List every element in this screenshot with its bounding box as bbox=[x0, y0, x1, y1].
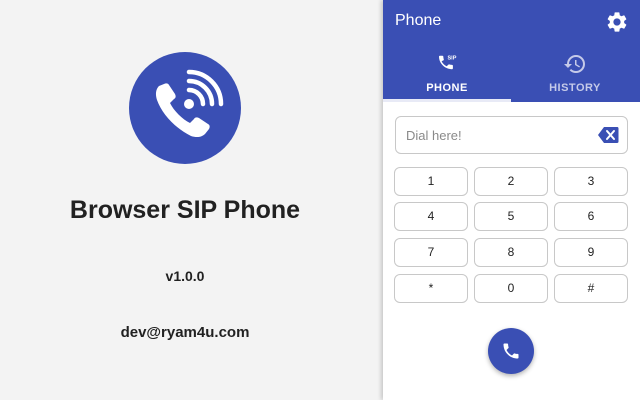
tab-phone-label: PHONE bbox=[426, 82, 468, 94]
sip-phone-icon: SIP bbox=[439, 56, 457, 70]
key-9[interactable]: 9 bbox=[554, 238, 628, 267]
tab-bar: SIP PHONE HISTORY bbox=[383, 44, 640, 102]
key-4[interactable]: 4 bbox=[394, 202, 468, 231]
active-tab-indicator bbox=[383, 99, 511, 102]
key-5[interactable]: 5 bbox=[474, 202, 548, 231]
tab-phone[interactable]: SIP PHONE bbox=[383, 44, 511, 102]
tab-history-label: HISTORY bbox=[549, 82, 601, 94]
key-0[interactable]: 0 bbox=[474, 274, 548, 303]
promo-panel: Browser SIP Phone v1.0.0 dev@ryam4u.com bbox=[0, 0, 383, 400]
promo-version: v1.0.0 bbox=[165, 268, 205, 284]
dial-input-container bbox=[395, 116, 628, 154]
key-2[interactable]: 2 bbox=[474, 167, 548, 196]
key-1[interactable]: 1 bbox=[394, 167, 468, 196]
key-star[interactable]: * bbox=[394, 274, 468, 303]
tab-history[interactable]: HISTORY bbox=[511, 44, 639, 102]
promo-email: dev@ryam4u.com bbox=[120, 324, 250, 341]
backspace-icon bbox=[598, 127, 619, 143]
dial-input[interactable] bbox=[397, 118, 587, 152]
backspace-button[interactable] bbox=[597, 126, 619, 144]
settings-button[interactable] bbox=[605, 10, 629, 34]
app-title: Phone bbox=[395, 12, 442, 29]
key-6[interactable]: 6 bbox=[554, 202, 628, 231]
key-7[interactable]: 7 bbox=[394, 238, 468, 267]
promo-title: Browser SIP Phone bbox=[69, 196, 301, 224]
gear-icon bbox=[607, 12, 627, 32]
call-button[interactable] bbox=[488, 328, 534, 374]
app-bar: Phone SIP PHONE HISTORY bbox=[383, 0, 640, 102]
key-8[interactable]: 8 bbox=[474, 238, 548, 267]
history-icon bbox=[564, 55, 585, 74]
phone-icon bbox=[503, 343, 519, 359]
key-hash[interactable]: # bbox=[554, 274, 628, 303]
key-3[interactable]: 3 bbox=[554, 167, 628, 196]
svg-text:SIP: SIP bbox=[448, 56, 457, 62]
phone-app: Phone SIP PHONE HISTORY Dial here! 1 2 3… bbox=[383, 0, 640, 400]
phone-ringing-icon bbox=[129, 52, 241, 164]
